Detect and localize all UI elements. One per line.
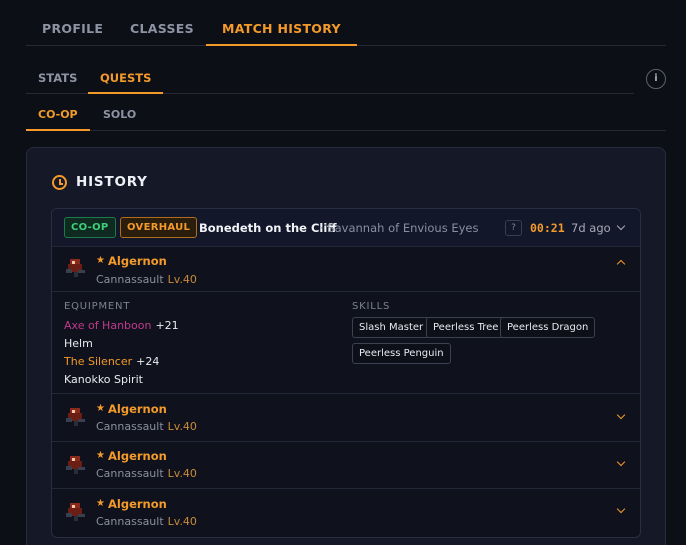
player-row[interactable]: ★ Algernon Cannassault Lv.40	[52, 489, 640, 537]
player-level: Lv.40	[167, 515, 197, 528]
history-title: HISTORY	[76, 174, 148, 190]
history-panel: HISTORY CO-OP OVERHAUL Bonedeth on the C…	[26, 147, 666, 545]
match-card: CO-OP OVERHAUL Bonedeth on the Cliff · S…	[51, 208, 641, 538]
player-name[interactable]: Algernon	[108, 402, 167, 416]
skill-chip: Slash Master	[352, 317, 431, 338]
help-icon[interactable]: ?	[505, 220, 522, 236]
player-class: Cannassault Lv.40	[96, 467, 197, 480]
tab-quests[interactable]: QUESTS	[88, 64, 164, 94]
star-icon: ★	[96, 498, 105, 509]
player-class: Cannassault Lv.40	[96, 515, 197, 528]
chevron-up-icon[interactable]	[616, 259, 626, 269]
equipment-item: Kanokko Spirit	[64, 373, 143, 386]
chevron-down-icon[interactable]	[616, 410, 626, 420]
player-row: ★ Algernon Cannassault Lv.40 EQUIPMENT Ax…	[52, 247, 640, 394]
equipment-item: Axe of Hanboon +21	[64, 319, 179, 332]
info-icon[interactable]: i	[646, 69, 666, 89]
skill-chip: Peerless Penguin	[352, 343, 451, 364]
type-badge: OVERHAUL	[120, 217, 198, 238]
player-level: Lv.40	[167, 467, 197, 480]
chevron-down-icon[interactable]	[616, 504, 626, 514]
clock-icon	[52, 175, 67, 190]
skill-chip: Peerless Tree	[426, 317, 506, 338]
equipment-item: Helm	[64, 337, 93, 350]
chevron-down-icon[interactable]	[616, 457, 626, 467]
match-header[interactable]: CO-OP OVERHAUL Bonedeth on the Cliff · S…	[52, 209, 640, 247]
player-name[interactable]: Algernon	[108, 254, 167, 268]
match-duration: 00:21	[530, 221, 565, 235]
star-icon: ★	[96, 450, 105, 461]
player-row[interactable]: ★ Algernon Cannassault Lv.40	[52, 394, 640, 442]
match-ago: 7d ago	[571, 221, 611, 235]
skill-chip: Peerless Dragon	[500, 317, 596, 338]
mode-badge: CO-OP	[64, 217, 116, 238]
tab-match-history[interactable]: MATCH HISTORY	[206, 12, 357, 46]
tab-profile[interactable]: PROFILE	[26, 12, 119, 46]
player-avatar-icon	[66, 503, 85, 521]
tab-co-op[interactable]: CO-OP	[26, 100, 90, 131]
player-name[interactable]: Algernon	[108, 449, 167, 463]
equipment-item: The Silencer +24	[64, 355, 160, 368]
player-name[interactable]: Algernon	[108, 497, 167, 511]
top-tab-bar: PROFILE CLASSES MATCH HISTORY	[26, 12, 666, 46]
player-details: EQUIPMENT Axe of Hanboon +21 Helm The Sil…	[52, 291, 640, 393]
tab-solo[interactable]: SOLO	[91, 100, 148, 131]
match-location: · Savannah of Envious Eyes	[320, 221, 479, 235]
player-level: Lv.40	[167, 420, 197, 433]
secondary-tab-bar: STATS QUESTS	[26, 64, 634, 94]
player-class: Cannassault Lv.40	[96, 420, 197, 433]
player-level: Lv.40	[167, 273, 197, 286]
mode-tab-bar: CO-OP SOLO	[26, 100, 666, 131]
player-avatar-icon	[66, 456, 85, 474]
tab-classes[interactable]: CLASSES	[114, 12, 210, 46]
star-icon: ★	[96, 403, 105, 414]
player-class: Cannassault Lv.40	[96, 273, 197, 286]
skills-label: SKILLS	[352, 301, 391, 312]
player-row[interactable]: ★ Algernon Cannassault Lv.40	[52, 442, 640, 489]
player-avatar-icon	[66, 259, 85, 277]
match-history-page: PROFILE CLASSES MATCH HISTORY STATS QUES…	[0, 0, 686, 545]
equipment-label: EQUIPMENT	[64, 301, 131, 312]
star-icon: ★	[96, 255, 105, 266]
match-title: Bonedeth on the Cliff	[199, 221, 337, 235]
chevron-down-icon[interactable]	[616, 221, 626, 231]
tab-stats[interactable]: STATS	[26, 64, 89, 94]
player-avatar-icon	[66, 408, 85, 426]
